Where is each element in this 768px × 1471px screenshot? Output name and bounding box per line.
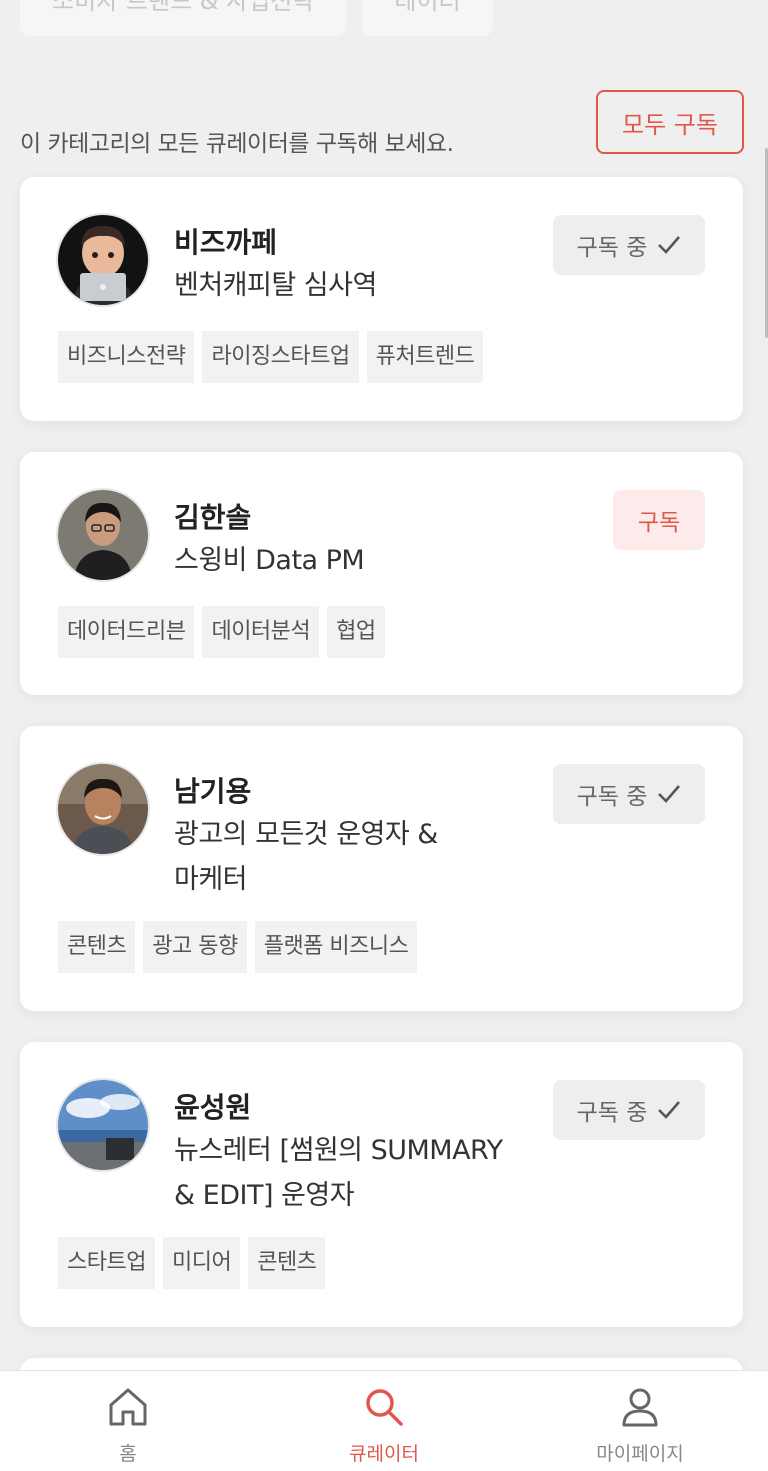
subscribe-all-section: 이 카테고리의 모든 큐레이터를 구독해 보세요. 모두 구독	[20, 90, 744, 157]
check-icon	[658, 236, 681, 254]
curator-title-line: 마케터	[174, 864, 248, 895]
curator-title: 스윙비 Data PM	[174, 538, 554, 583]
tag[interactable]: 협업	[327, 606, 385, 658]
curator-card[interactable]: 윤성원 뉴스레터 [썸원의 SUMMARY & EDIT] 운영자 구독 중 스…	[20, 1042, 743, 1327]
curator-name: 비즈까페	[174, 226, 278, 259]
check-icon	[658, 785, 681, 803]
nav-curator[interactable]: 큐레이터	[256, 1371, 512, 1471]
subscribed-button[interactable]: 구독 중	[553, 764, 705, 824]
subscribe-button-label: 구독 중	[576, 235, 648, 261]
tag[interactable]: 광고 동향	[143, 921, 247, 973]
avatar	[58, 764, 148, 854]
check-icon	[658, 1101, 681, 1119]
category-chip[interactable]: 데이터	[362, 0, 493, 36]
tag-list: 비즈니스전략 라이징스타트업 퓨처트렌드	[58, 331, 484, 383]
tag[interactable]: 콘텐츠	[248, 1237, 326, 1289]
curator-name: 윤성원	[174, 1091, 252, 1124]
home-icon	[109, 1388, 147, 1426]
category-chip[interactable]: 소비자 트렌드 & 사업전략	[20, 0, 347, 36]
curator-card[interactable]: 김한솔 스윙비 Data PM 구독 데이터드리븐 데이터분석 협업	[20, 452, 743, 695]
user-icon	[622, 1388, 658, 1427]
tag[interactable]: 비즈니스전략	[58, 331, 195, 383]
subscribed-button[interactable]: 구독 중	[553, 215, 705, 275]
avatar	[58, 490, 148, 580]
subscribe-button-label: 구독 중	[576, 784, 648, 810]
subscribe-all-button[interactable]: 모두 구독	[596, 90, 744, 154]
curator-title: 광고의 모든것 운영자 & 마케터	[174, 812, 554, 902]
tag[interactable]: 퓨처트렌드	[366, 331, 484, 383]
curator-title-line: 뉴스레터 [썸원의 SUMMARY	[174, 1135, 503, 1166]
curator-name: 남기용	[174, 775, 252, 808]
curator-title-line: 스윙비 Data PM	[174, 545, 365, 576]
subscribe-button-label: 구독	[637, 510, 681, 536]
tag[interactable]: 라이징스타트업	[202, 331, 359, 383]
tag[interactable]: 콘텐츠	[58, 921, 136, 973]
nav-home-label: 홈	[119, 1443, 137, 1465]
curator-title: 뉴스레터 [썸원의 SUMMARY & EDIT] 운영자	[174, 1128, 554, 1218]
curator-name: 김한솔	[174, 501, 252, 534]
curator-title-line: 광고의 모든것 운영자 &	[174, 819, 438, 850]
tag[interactable]: 플랫폼 비즈니스	[254, 921, 418, 973]
nav-curator-label: 큐레이터	[349, 1443, 419, 1465]
avatar	[58, 215, 148, 305]
subscribe-button[interactable]: 구독	[613, 490, 705, 550]
tag[interactable]: 데이터분석	[202, 606, 320, 658]
nav-mypage-label: 마이페이지	[596, 1443, 684, 1465]
tag-list: 콘텐츠 광고 동향 플랫폼 비즈니스	[58, 921, 418, 973]
nav-home[interactable]: 홈	[0, 1371, 256, 1471]
curator-title-line: & EDIT] 운영자	[174, 1180, 355, 1211]
tag[interactable]: 미디어	[162, 1237, 241, 1289]
nav-mypage[interactable]: 마이페이지	[512, 1371, 768, 1471]
curator-title-line: 벤처캐피탈 심사역	[174, 270, 377, 301]
tag[interactable]: 스타트업	[58, 1237, 155, 1289]
curator-card[interactable]: 비즈까페 벤처캐피탈 심사역 구독 중 비즈니스전략 라이징스타트업 퓨처트렌드	[20, 177, 743, 421]
subscribed-button[interactable]: 구독 중	[553, 1080, 705, 1140]
curator-title: 벤처캐피탈 심사역	[174, 263, 554, 308]
tag-list: 데이터드리븐 데이터분석 협업	[58, 606, 385, 658]
subscribe-all-description: 이 카테고리의 모든 큐레이터를 구독해 보세요.	[20, 131, 454, 157]
bottom-nav: 홈 큐레이터 마이페이지	[0, 1370, 768, 1471]
tag[interactable]: 데이터드리븐	[58, 606, 195, 658]
subscribe-button-label: 구독 중	[576, 1100, 648, 1126]
search-icon	[366, 1389, 403, 1426]
category-chips: 소비자 트렌드 & 사업전략 데이터	[20, 0, 493, 36]
tag-list: 스타트업 미디어 콘텐츠	[58, 1237, 326, 1289]
avatar	[58, 1080, 148, 1170]
curator-card[interactable]: 남기용 광고의 모든것 운영자 & 마케터 구독 중 콘텐츠 광고 동향 플랫폼…	[20, 726, 743, 1011]
